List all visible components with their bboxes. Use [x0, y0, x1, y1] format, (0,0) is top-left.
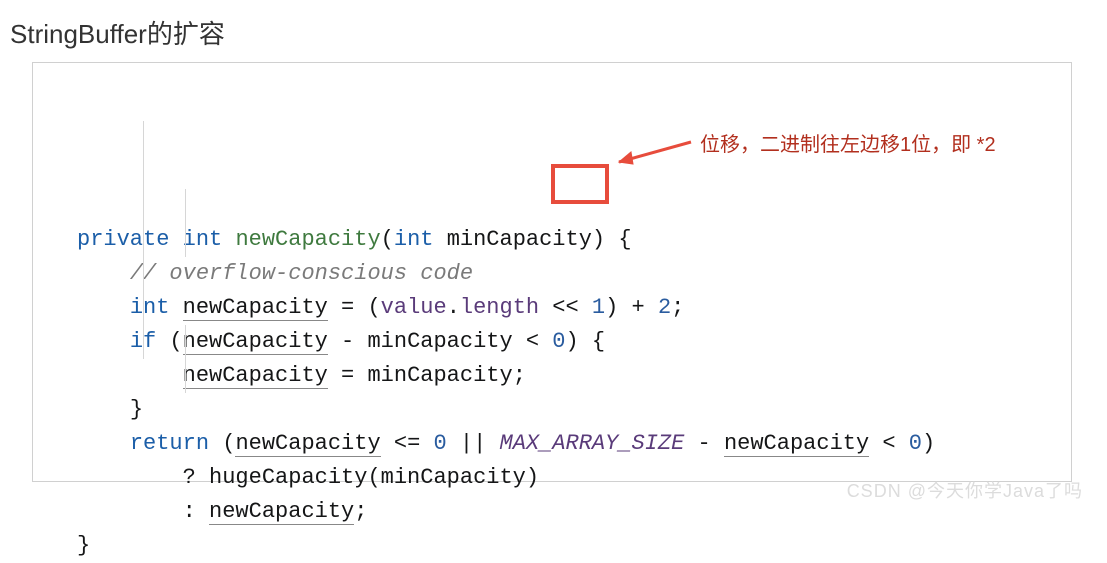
- code-block: private int newCapacity(int minCapacity)…: [32, 62, 1072, 482]
- watermark: CSDN @今天你学Java了吗: [847, 477, 1083, 503]
- code-line-10: }: [77, 533, 90, 558]
- code-line-7: return (newCapacity <= 0 || MAX_ARRAY_SI…: [130, 431, 935, 457]
- code-line-3: int newCapacity = (value.length << 1) + …: [130, 295, 685, 321]
- code-line-1: private int newCapacity(int minCapacity)…: [77, 227, 632, 252]
- arrow-icon: [605, 134, 697, 172]
- code-line-4: if (newCapacity - minCapacity < 0) {: [130, 329, 605, 355]
- code-line-8: ? hugeCapacity(minCapacity): [183, 465, 539, 490]
- page-title: StringBuffer的扩容: [10, 14, 225, 51]
- code-line-2: // overflow-conscious code: [130, 261, 473, 286]
- shift-operator: <<: [539, 295, 592, 320]
- annotation-text: 位移，二进制往左边移1位，即 *2: [700, 128, 996, 157]
- code-line-9: : newCapacity;: [183, 499, 368, 525]
- code-line-5: newCapacity = minCapacity;: [183, 363, 526, 389]
- code-line-6: }: [130, 397, 143, 422]
